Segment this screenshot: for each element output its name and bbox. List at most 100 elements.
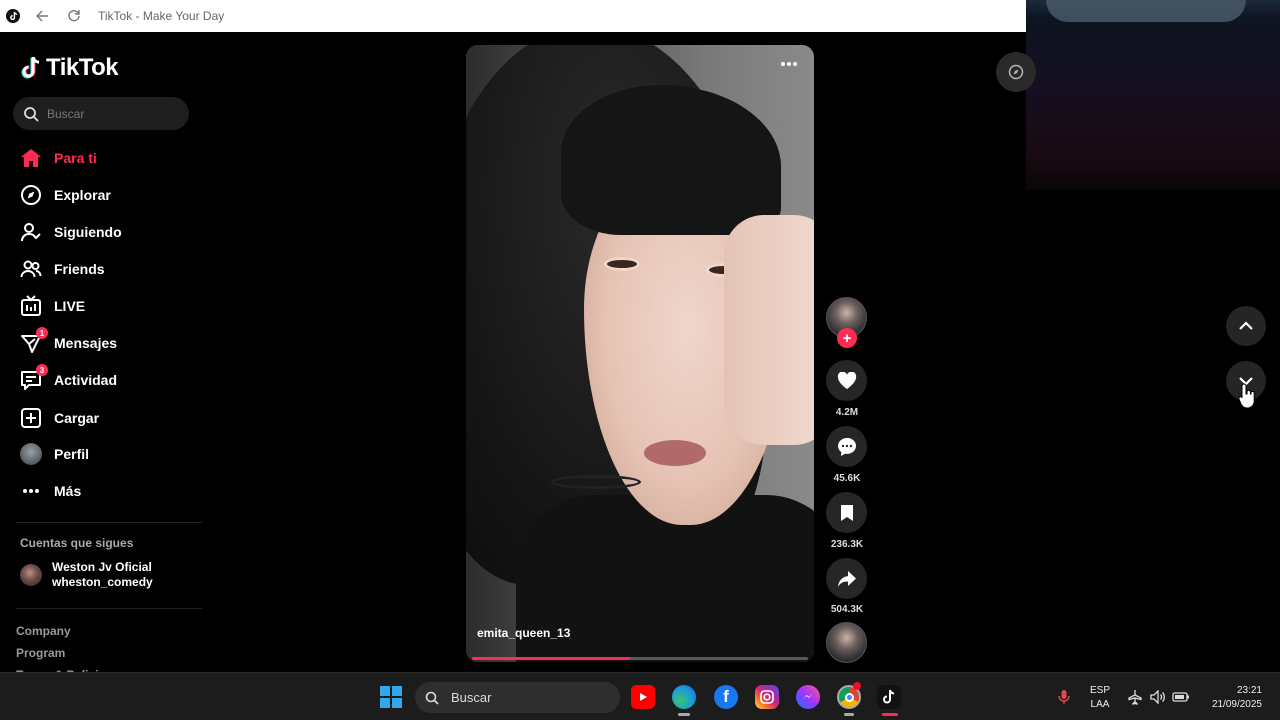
taskbar-search-label: Buscar xyxy=(451,690,492,705)
nav-label: Explorar xyxy=(54,187,111,203)
following-icon xyxy=(18,219,44,245)
webcam-overlay xyxy=(1026,0,1280,190)
clock-date: 21/09/2025 xyxy=(1211,699,1262,710)
nav-label: Actividad xyxy=(54,372,118,388)
windows-start-icon[interactable] xyxy=(379,685,403,709)
lang-line1: ESP xyxy=(1090,685,1111,696)
following-title: Cuentas que sigues xyxy=(20,536,134,550)
nav-item-perfil[interactable]: Perfil xyxy=(18,439,89,469)
more-options-icon[interactable] xyxy=(778,57,800,71)
video-username[interactable]: emita_queen_13 xyxy=(477,626,570,640)
bookmark-icon xyxy=(840,504,853,521)
video-progress-fill xyxy=(472,657,630,660)
screen: TikTok - Make Your Day TikTok Para ti xyxy=(0,0,1280,720)
nav-label: LIVE xyxy=(54,298,86,314)
profile-avatar xyxy=(18,441,44,467)
search-icon xyxy=(425,691,439,705)
tiktok-active-indicator xyxy=(882,713,898,716)
chevron-up-icon xyxy=(1239,321,1253,330)
nav-label: Mensajes xyxy=(54,335,118,351)
video-progress-bar[interactable] xyxy=(472,657,808,660)
save-count: 236.3K xyxy=(830,539,864,550)
nav-item-explorar[interactable]: Explorar xyxy=(18,180,111,210)
nav-label: Cargar xyxy=(54,410,100,426)
following-account[interactable]: Weston Jv Oficial wheston_comedy xyxy=(20,560,153,590)
like-button[interactable] xyxy=(826,360,867,401)
nav-item-mensajes[interactable]: 1 Mensajes xyxy=(18,327,118,358)
tiktok-logo[interactable]: TikTok xyxy=(20,54,119,82)
battery-icon[interactable] xyxy=(1172,690,1190,704)
messages-badge: 1 xyxy=(36,327,48,339)
nav-item-siguiendo[interactable]: Siguiendo xyxy=(18,217,122,247)
clock-time: 23:21 xyxy=(1236,685,1262,696)
divider xyxy=(16,608,202,609)
clock[interactable]: 23:21 21/09/2025 xyxy=(1196,684,1262,712)
notification-dot xyxy=(853,682,861,690)
live-icon xyxy=(18,293,44,319)
edge-running-indicator xyxy=(678,713,690,716)
share-icon xyxy=(837,570,856,587)
avatar xyxy=(20,564,42,586)
language-indicator[interactable]: ESP LAA xyxy=(1090,684,1110,712)
nav-item-cargar[interactable]: Cargar xyxy=(18,403,99,433)
compass-icon xyxy=(18,182,44,208)
tiktok-icon[interactable] xyxy=(877,685,901,709)
activity-icon: 3 xyxy=(18,364,48,393)
previous-video-button[interactable] xyxy=(1226,306,1266,346)
microphone-icon[interactable] xyxy=(1058,689,1070,705)
nav-item-live[interactable]: LIVE xyxy=(18,291,85,321)
messages-icon: 1 xyxy=(18,327,48,356)
footer-link-program[interactable]: Program xyxy=(16,646,65,660)
windows-taskbar: Buscar f ESP LAA 23:21 21/09/2025 xyxy=(0,672,1280,720)
share-button[interactable] xyxy=(826,558,867,599)
heart-icon xyxy=(837,371,856,389)
share-count: 504.3K xyxy=(830,604,864,615)
chrome-running-indicator xyxy=(844,713,854,716)
lang-line2: LAA xyxy=(1090,699,1110,710)
comment-button[interactable] xyxy=(826,426,867,467)
instagram-icon[interactable] xyxy=(755,685,779,709)
messenger-icon[interactable] xyxy=(796,685,820,709)
nav-item-mas[interactable]: Más xyxy=(18,476,81,506)
logo-text: TikTok xyxy=(46,54,119,81)
comment-icon xyxy=(837,437,856,456)
nav-item-actividad[interactable]: 3 Actividad xyxy=(18,364,118,395)
nav-label: Siguiendo xyxy=(54,224,122,240)
edge-icon[interactable] xyxy=(672,685,696,709)
footer-link-company[interactable]: Company xyxy=(16,624,71,638)
back-arrow-icon[interactable] xyxy=(32,6,52,26)
compass-float-button[interactable] xyxy=(996,52,1036,92)
following-handle: wheston_comedy xyxy=(52,575,153,589)
taskbar-search[interactable]: Buscar xyxy=(415,682,620,713)
reload-icon[interactable] xyxy=(64,6,84,26)
friends-icon xyxy=(18,256,44,282)
more-icon xyxy=(18,478,44,504)
volume-icon[interactable] xyxy=(1150,690,1166,704)
hand-cursor-icon xyxy=(1238,383,1255,409)
follow-plus-button[interactable]: + xyxy=(837,328,857,348)
youtube-icon[interactable] xyxy=(631,685,655,709)
divider xyxy=(16,522,202,523)
save-button[interactable] xyxy=(826,492,867,533)
search-icon xyxy=(24,106,39,122)
airplane-mode-icon[interactable] xyxy=(1127,689,1143,705)
tiktok-tab-icon xyxy=(6,9,20,23)
nav-item-friends[interactable]: Friends xyxy=(18,254,105,284)
activity-badge: 3 xyxy=(36,364,48,376)
nav-label: Friends xyxy=(54,261,105,277)
page-title: TikTok - Make Your Day xyxy=(98,9,225,23)
tiktok-logo-icon xyxy=(21,56,40,79)
comment-count: 45.6K xyxy=(833,473,861,484)
nav-item-para-ti[interactable]: Para ti xyxy=(18,143,97,173)
sidebar: TikTok Para ti Explorar Siguiendo xyxy=(0,32,210,672)
sound-avatar[interactable] xyxy=(826,622,867,663)
compass-icon xyxy=(1008,64,1024,80)
facebook-icon[interactable]: f xyxy=(714,685,738,709)
search-bar[interactable] xyxy=(13,97,189,130)
home-icon xyxy=(18,145,44,171)
video-player[interactable]: emita_queen_13 xyxy=(466,45,814,662)
like-count: 4.2M xyxy=(835,407,859,418)
upload-icon xyxy=(18,405,44,431)
nav-label: Más xyxy=(54,483,82,499)
search-input[interactable] xyxy=(47,106,177,121)
